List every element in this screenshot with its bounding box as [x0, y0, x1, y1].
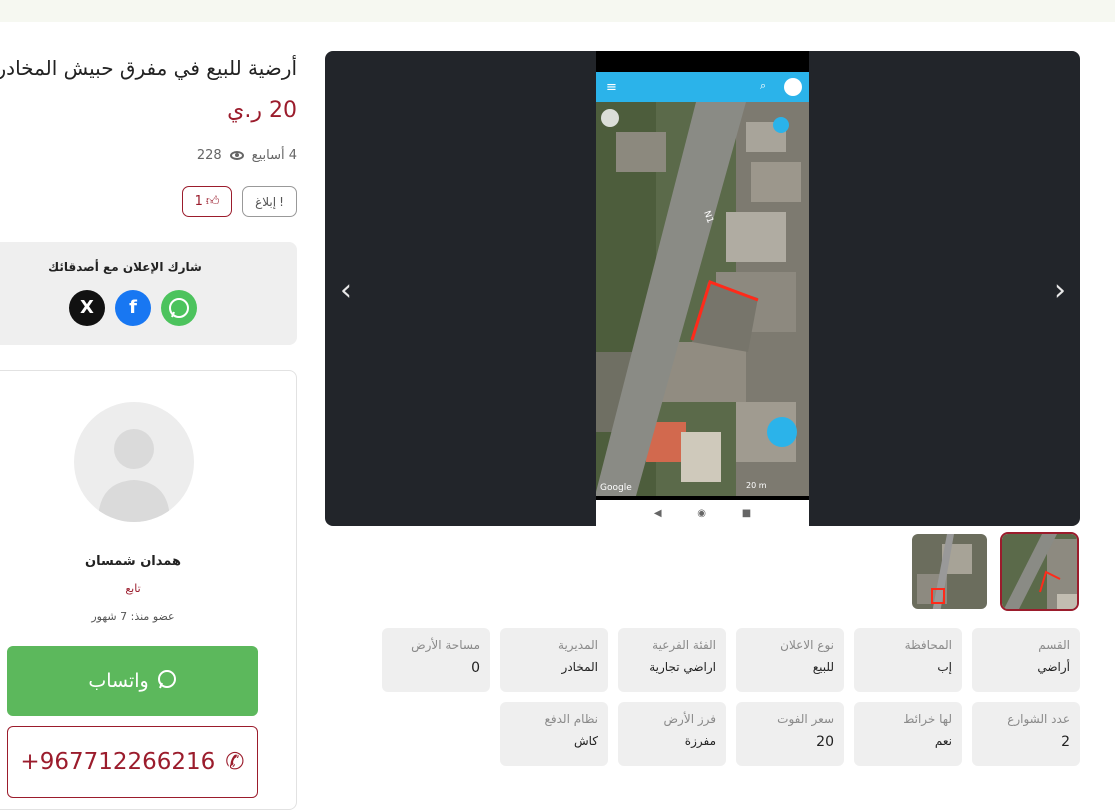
eye-icon — [229, 151, 244, 160]
x-share-icon[interactable]: X — [69, 290, 105, 326]
spec-category: القسم أراضي — [972, 628, 1080, 692]
spec-street-count: عدد الشوارع 2 — [972, 702, 1080, 766]
listing-age: 4 أسابيع — [251, 148, 297, 163]
home-icon: ◉ — [697, 507, 706, 519]
view-count: 228 — [196, 148, 222, 163]
android-nav-bar: ◀ ◉ ■ — [596, 500, 809, 526]
spec-payment: نظام الدفع كاش — [500, 702, 608, 766]
share-box: شارك الإعلان مع أصدقائك X f — [0, 242, 297, 345]
search-icon: ⌕ — [760, 79, 767, 92]
member-since: عضو منذ: 7 شهور — [91, 610, 175, 623]
spec-ad-type: نوع الاعلان للبيع — [736, 628, 844, 692]
spec-governorate: المحافظة إب — [854, 628, 962, 692]
facebook-share-icon[interactable]: f — [115, 290, 151, 326]
like-button[interactable]: 1 👍︎ — [182, 186, 232, 217]
chevron-right-icon[interactable]: › — [1045, 271, 1075, 311]
app-logo-icon — [784, 78, 802, 96]
app-toolbar: ≡ ⌕ — [596, 72, 809, 102]
top-bar — [0, 0, 1115, 22]
share-heading: شارك الإعلان مع أصدقائك — [48, 260, 202, 274]
listing-meta: 4 أسابيع 228 — [197, 148, 297, 163]
thumbs-up-icon: 👍︎ — [205, 194, 220, 209]
spec-foot-price: سعر الفوت 20 — [736, 702, 844, 766]
whatsapp-icon — [157, 669, 177, 694]
gallery-thumbnail[interactable] — [910, 532, 989, 611]
spec-has-maps: لها خرائط نعم — [854, 702, 962, 766]
listing-title: أرضية للبيع في مفرق حبيش المخادر — [0, 56, 297, 80]
map-brand: Google — [600, 483, 632, 493]
spec-district: المديرية المخادر — [500, 628, 608, 692]
whatsapp-button[interactable]: واتساب — [7, 646, 258, 716]
phone-icon: ✆ — [225, 749, 245, 775]
avatar — [74, 402, 194, 522]
hamburger-icon: ≡ — [606, 80, 617, 95]
call-button[interactable]: +967712266216 ✆ — [7, 726, 258, 798]
recents-icon: ■ — [741, 507, 752, 519]
follow-link[interactable]: تابع — [0, 582, 275, 595]
image-gallery[interactable]: ≡ ⌕ N1 Google 20 m ◀ ◉ ■ ‹ › — [325, 51, 1080, 526]
spec-subcategory: الفئة الفرعية اراضي تجارية — [618, 628, 726, 692]
whatsapp-share-icon[interactable] — [161, 290, 197, 326]
map-scale: 20 m — [746, 481, 767, 490]
spec-land-area: مساحة الأرض 0 — [382, 628, 490, 692]
spec-land-sorting: فرز الأرض مفرزة — [618, 702, 726, 766]
flag-icon: ! — [279, 194, 284, 209]
listing-photo: ≡ ⌕ N1 Google 20 m ◀ ◉ ■ — [596, 51, 809, 526]
listing-price: 20 ر.ي — [227, 98, 297, 123]
gallery-thumbnail-active[interactable] — [1000, 532, 1079, 611]
chevron-left-icon[interactable]: ‹ — [331, 271, 361, 311]
back-icon: ◀ — [653, 507, 662, 519]
satellite-map: N1 Google 20 m — [596, 102, 809, 496]
report-button[interactable]: ! إبلاغ — [242, 186, 297, 217]
seller-name: همدان شمسان — [84, 554, 182, 569]
